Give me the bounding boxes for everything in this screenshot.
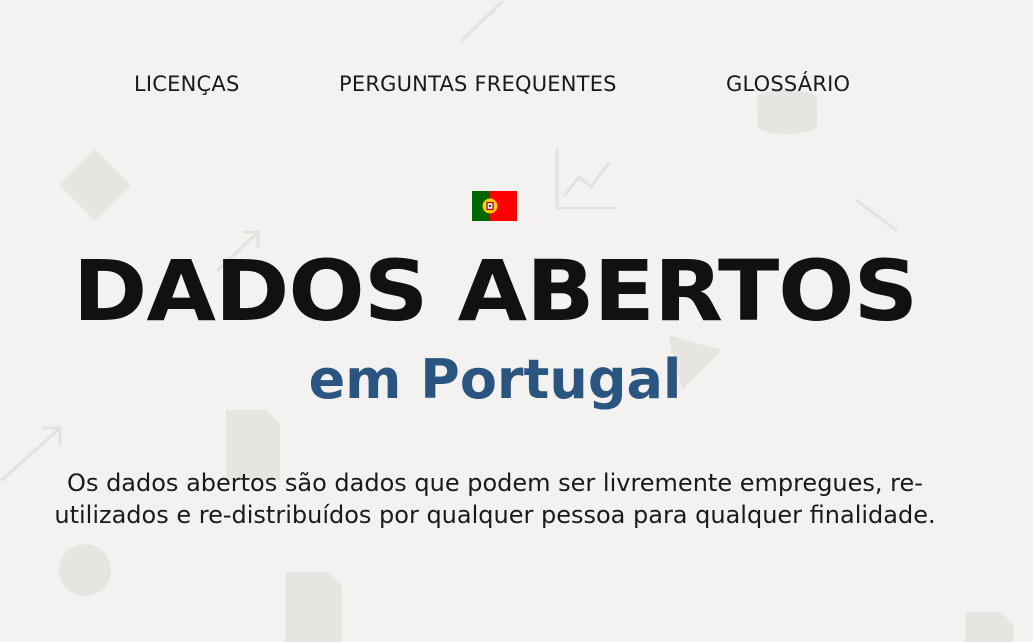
arrow-icon (854, 198, 898, 232)
document-icon (965, 612, 1013, 642)
arrow-icon (460, 0, 504, 42)
top-navigation: LICENÇAS PERGUNTAS FREQUENTES GLOSSÁRIO (0, 72, 1033, 102)
page-subtitle: em Portugal (308, 348, 682, 411)
intro-description: Os dados abertos são dados que podem ser… (54, 469, 936, 529)
nav-link-licencas[interactable]: LICENÇAS (134, 72, 240, 96)
line-chart-icon (555, 148, 617, 210)
circle-shape (59, 544, 111, 596)
portugal-flag-icon (472, 191, 517, 221)
nav-link-glossario[interactable]: GLOSSÁRIO (726, 72, 850, 96)
page-title: DADOS ABERTOS (72, 242, 918, 340)
nav-link-perguntas-frequentes[interactable]: PERGUNTAS FREQUENTES (339, 72, 617, 96)
document-icon (286, 572, 342, 642)
diamond-shape (59, 149, 131, 221)
